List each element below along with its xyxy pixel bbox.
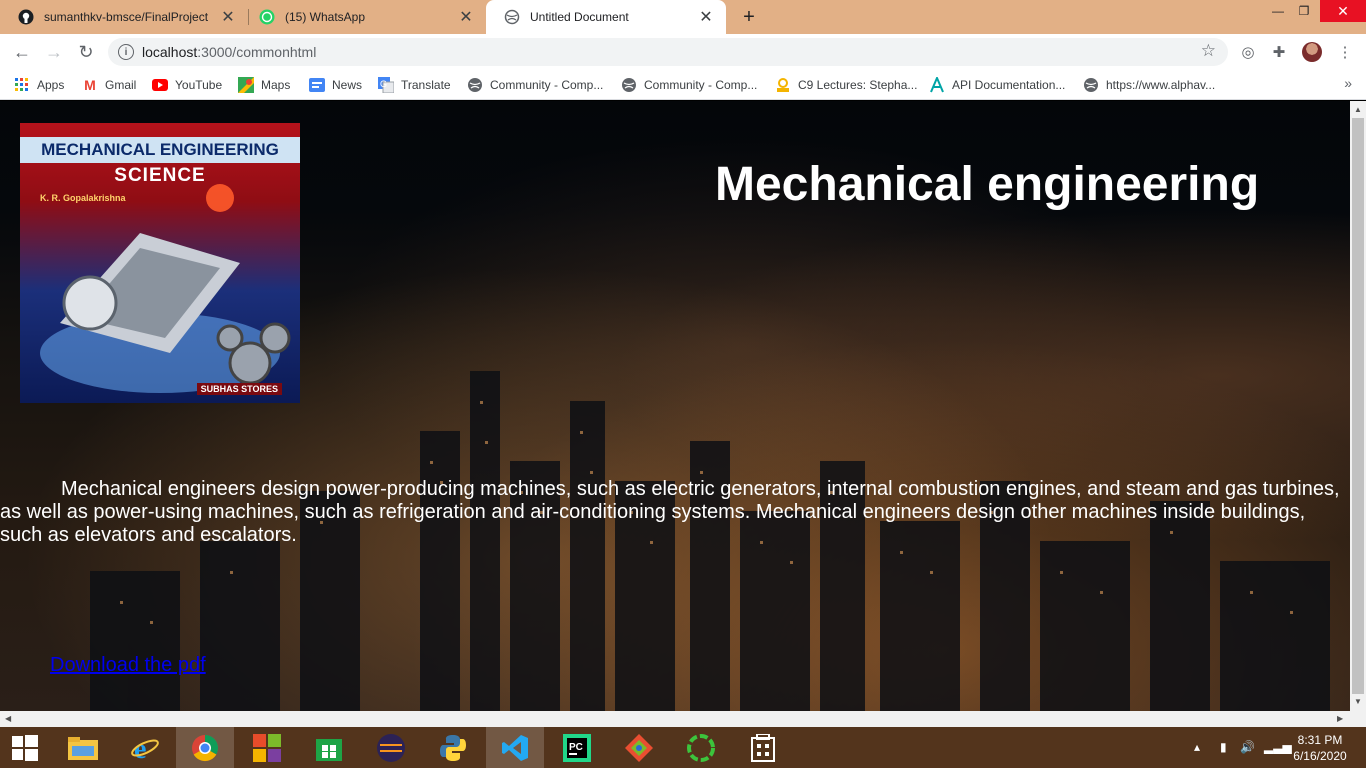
menu-icon[interactable]: ⋮ [1334, 41, 1356, 63]
office-icon[interactable] [238, 727, 296, 768]
address-bar[interactable]: i localhost:3000/commonhtml ☆ [108, 38, 1228, 66]
svg-text:G: G [380, 79, 387, 89]
description-paragraph: Mechanical engineers design power-produc… [0, 478, 1340, 546]
restore-icon[interactable]: ❐ [1290, 0, 1318, 22]
bookmark-community-2[interactable]: Community - Comp... [621, 76, 757, 94]
internet-explorer-icon[interactable]: e [116, 727, 174, 768]
vertical-scrollbar[interactable]: ▲ ▼ [1350, 101, 1366, 711]
apps-grid-icon [14, 77, 30, 93]
battery-icon[interactable]: ▮ [1220, 740, 1227, 754]
window-close-icon[interactable]: ✕ [1320, 0, 1366, 22]
new-tab-button[interactable]: + [737, 5, 761, 29]
maps-icon [238, 77, 254, 93]
globe-icon [621, 77, 637, 93]
network-icon[interactable]: ▂▃▅ [1264, 740, 1292, 754]
globe-icon [504, 9, 520, 25]
globe-icon [1083, 77, 1099, 93]
scroll-up-icon[interactable]: ▲ [1354, 105, 1362, 114]
store-icon[interactable] [300, 727, 358, 768]
horizontal-scrollbar[interactable]: ◀ ▶ [0, 711, 1366, 727]
back-icon[interactable]: ← [10, 40, 34, 64]
bookmark-translate[interactable]: G Translate [378, 76, 451, 94]
site-info-icon[interactable]: i [118, 44, 134, 60]
gmail-icon: M [84, 77, 96, 93]
volume-icon[interactable]: 🔊 [1240, 740, 1255, 754]
windows-start-icon[interactable] [0, 727, 50, 768]
news-icon [309, 77, 325, 93]
close-tab-icon[interactable]: ✕ [698, 7, 714, 27]
tab-title: (15) WhatsApp [285, 10, 366, 24]
cover-author: K. R. Gopalakrishna [40, 193, 126, 203]
bookmark-apps[interactable]: Apps [14, 76, 64, 94]
chrome-icon[interactable] [176, 727, 234, 768]
extension-icon[interactable]: ◎ [1237, 41, 1259, 63]
youtube-icon [152, 77, 168, 93]
python-icon[interactable] [424, 727, 482, 768]
puzzle-extensions-icon[interactable]: ✚ [1268, 41, 1290, 63]
reload-icon[interactable]: ↻ [74, 40, 98, 64]
bookmarks-bar: Apps M Gmail YouTube Maps News G Translate… [0, 70, 1366, 100]
api-icon [929, 77, 945, 93]
pycharm-icon[interactable]: PC [548, 727, 606, 768]
tab-github[interactable]: sumanthkv-bmsce/FinalProject ✕ [0, 0, 248, 34]
minimize-icon[interactable]: — [1264, 0, 1292, 22]
page-viewport: MECHANICAL ENGINEERING SCIENCE K. R. Gop… [0, 101, 1350, 711]
calculator-icon[interactable] [734, 727, 792, 768]
cover-publisher: SUBHAS STORES [196, 383, 282, 395]
page-title: Mechanical engineering [715, 158, 1260, 211]
file-explorer-icon[interactable] [54, 727, 112, 768]
translate-icon: G [378, 77, 394, 93]
bookmark-youtube[interactable]: YouTube [152, 76, 222, 94]
scroll-left-icon[interactable]: ◀ [5, 714, 11, 723]
tab-title: sumanthkv-bmsce/FinalProject [44, 10, 209, 24]
bookmark-star-icon[interactable]: ☆ [1201, 41, 1216, 61]
more-bookmarks-icon[interactable]: » [1344, 75, 1352, 91]
tab-strip: sumanthkv-bmsce/FinalProject ✕ (15) What… [0, 0, 1366, 34]
close-tab-icon[interactable]: ✕ [220, 7, 236, 27]
bookmark-alphavantage[interactable]: https://www.alphav... [1083, 76, 1215, 94]
tab-untitled-document[interactable]: Untitled Document ✕ [486, 0, 726, 34]
whatsapp-icon [259, 9, 275, 25]
cover-title: MECHANICAL ENGINEERING [20, 137, 300, 163]
bookmark-gmail[interactable]: M Gmail [82, 76, 136, 94]
bookmark-api-documentation[interactable]: API Documentation... [929, 76, 1065, 94]
scroll-down-icon[interactable]: ▼ [1354, 697, 1362, 706]
spinner-app-icon[interactable] [672, 727, 730, 768]
avatar[interactable] [1302, 42, 1322, 62]
vscode-icon[interactable] [486, 727, 544, 768]
url-text: localhost:3000/commonhtml [142, 44, 317, 60]
clock-date: 6/16/2020 [1293, 749, 1347, 763]
cover-subtitle: SCIENCE [114, 165, 206, 186]
git-icon[interactable] [610, 727, 668, 768]
github-icon [18, 9, 34, 25]
forward-icon[interactable]: → [42, 40, 66, 64]
globe-icon [467, 77, 483, 93]
bookmark-maps[interactable]: Maps [238, 76, 290, 94]
close-tab-icon[interactable]: ✕ [458, 7, 474, 27]
tab-title: Untitled Document [530, 10, 629, 24]
windows-taskbar: e PC ▴ ▮ 🔊 ▂▃▅ 8:31 PM 6/16/2020 [0, 727, 1366, 768]
bookmark-community-1[interactable]: Community - Comp... [467, 76, 603, 94]
browser-toolbar: ← → ↻ i localhost:3000/commonhtml ☆ ◎ ✚ … [0, 34, 1366, 70]
bookmark-c9-lectures[interactable]: C9 Lectures: Stepha... [775, 76, 917, 94]
tab-whatsapp[interactable]: (15) WhatsApp ✕ [241, 0, 486, 34]
svg-text:PC: PC [569, 742, 583, 753]
bookmark-news[interactable]: News [309, 76, 362, 94]
eclipse-icon[interactable] [362, 727, 420, 768]
book-cover-image: MECHANICAL ENGINEERING SCIENCE K. R. Gop… [20, 123, 300, 403]
system-clock[interactable]: 8:31 PM 6/16/2020 [1290, 732, 1350, 764]
scrollbar-thumb[interactable] [1352, 118, 1364, 694]
scroll-right-icon[interactable]: ▶ [1337, 714, 1343, 723]
download-pdf-link[interactable]: Download the pdf [50, 654, 206, 677]
show-hidden-icons-icon[interactable]: ▴ [1194, 740, 1200, 754]
c9-icon [775, 77, 791, 93]
clock-time: 8:31 PM [1297, 733, 1343, 747]
